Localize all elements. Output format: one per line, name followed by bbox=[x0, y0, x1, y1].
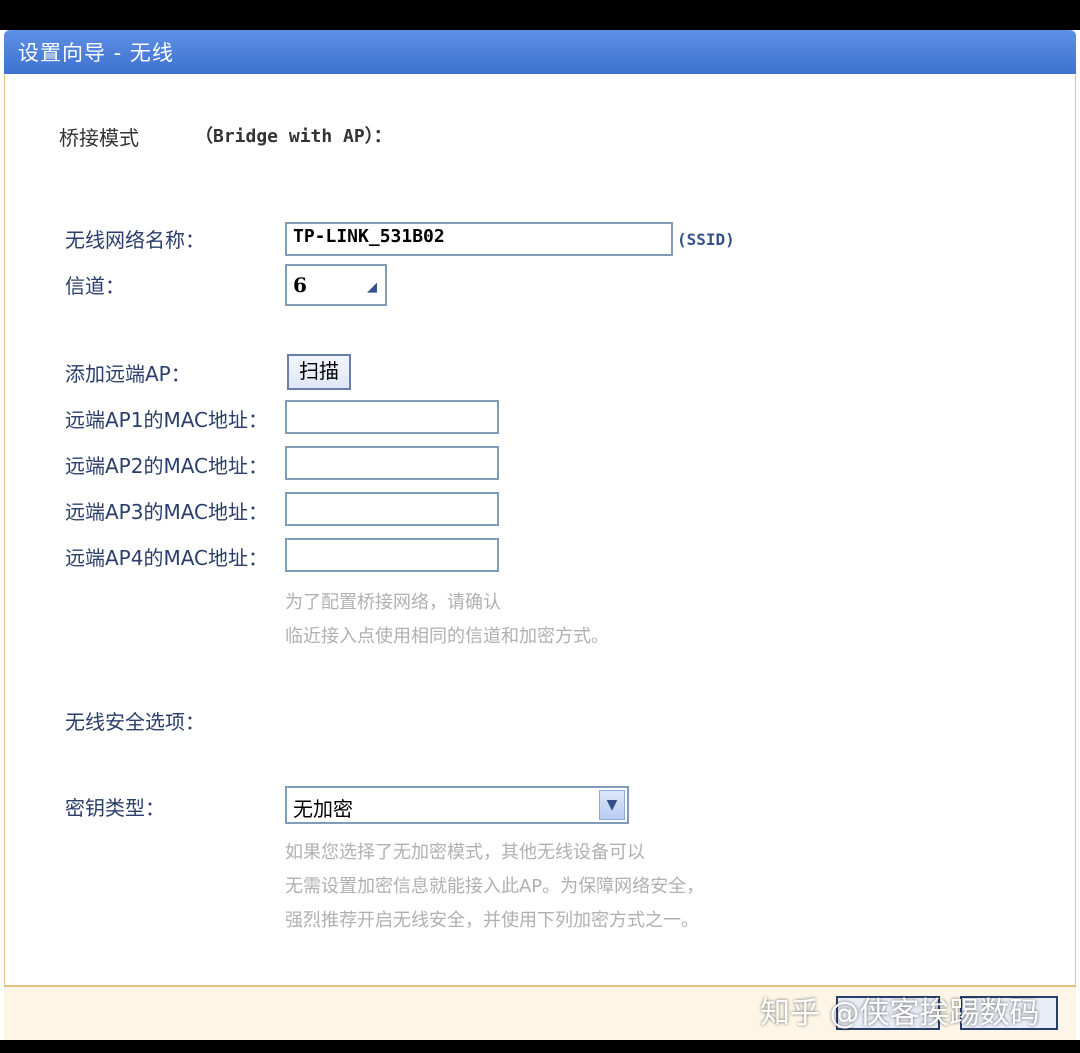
watermark: 知乎 @侠客挨踢数码 bbox=[760, 996, 1040, 1031]
mac-label-3: 远端AP3的MAC地址： bbox=[65, 500, 269, 524]
chevron-down-icon[interactable]: ▼ bbox=[599, 790, 625, 820]
key-type-label: 密钥类型： bbox=[65, 796, 165, 820]
mac-label-1: 远端AP1的MAC地址： bbox=[65, 408, 269, 432]
scan-button[interactable]: 扫描 bbox=[287, 354, 351, 390]
security-hint-line-1: 如果您选择了无加密模式，其他无线设备可以 bbox=[285, 842, 645, 863]
security-label: 无线安全选项： bbox=[65, 710, 205, 734]
ssid-suffix: (SSID) bbox=[677, 230, 735, 249]
channel-label: 信道： bbox=[65, 274, 125, 298]
security-hint-line-2: 无需设置加密信息就能接入此AP。为保障网络安全， bbox=[285, 876, 705, 897]
channel-arrow-icon: ◢ bbox=[367, 280, 377, 295]
ssid-label: 无线网络名称： bbox=[65, 228, 205, 252]
key-type-value: 无加密 bbox=[293, 797, 353, 821]
mac-label-4: 远端AP4的MAC地址： bbox=[65, 546, 269, 570]
channel-value: 6 bbox=[293, 273, 307, 297]
key-type-select[interactable]: 无加密 ▼ bbox=[285, 786, 629, 824]
mode-value: （Bridge with AP）： bbox=[195, 126, 392, 147]
mac-label-2: 远端AP2的MAC地址： bbox=[65, 454, 269, 478]
mac-input-1[interactable] bbox=[285, 400, 499, 434]
mode-label: 桥接模式 bbox=[59, 126, 139, 150]
remote-ap-hint-line-1: 为了配置桥接网络，请确认 bbox=[285, 592, 501, 613]
remote-ap-label: 添加远端AP： bbox=[65, 362, 191, 386]
form-panel: 桥接模式 （Bridge with AP）： 无线网络名称： TP-LINK_5… bbox=[4, 74, 1076, 1014]
title-bar: 设置向导 - 无线 bbox=[4, 30, 1076, 74]
security-hint-line-3: 强烈推荐开启无线安全，并使用下列加密方式之一。 bbox=[285, 910, 699, 931]
remote-ap-hint-line-2: 临近接入点使用相同的信道和加密方式。 bbox=[285, 626, 609, 647]
window-title: 设置向导 - 无线 bbox=[18, 41, 174, 65]
mac-input-3[interactable] bbox=[285, 492, 499, 526]
wizard-window: 设置向导 - 无线 桥接模式 （Bridge with AP）： 无线网络名称：… bbox=[0, 30, 1080, 1040]
ssid-input[interactable]: TP-LINK_531B02 bbox=[285, 222, 673, 256]
channel-select[interactable]: 6 ◢ bbox=[285, 264, 387, 306]
mac-input-2[interactable] bbox=[285, 446, 499, 480]
mac-input-4[interactable] bbox=[285, 538, 499, 572]
